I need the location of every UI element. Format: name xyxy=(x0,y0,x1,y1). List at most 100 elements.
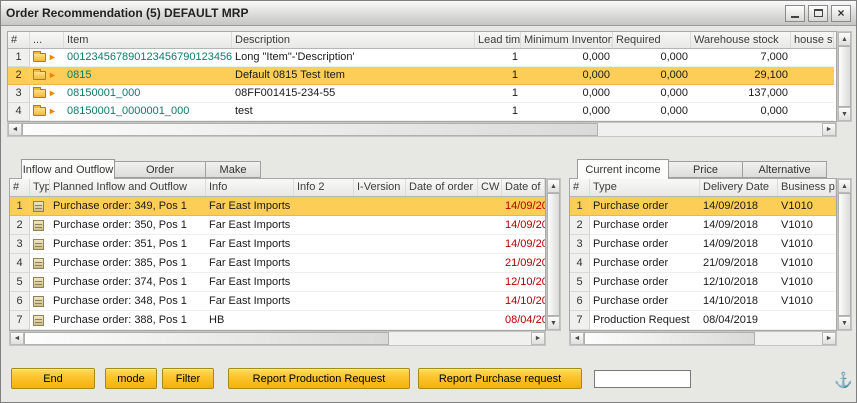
table-row[interactable]: 5 Purchase order 12/10/2018 V1010 xyxy=(570,273,836,292)
folder-icon[interactable] xyxy=(33,89,46,98)
table-row[interactable]: 3 Purchase order: 351, Pos 1 Far East Im… xyxy=(10,235,545,254)
warehouse-stock-2 xyxy=(791,49,834,67)
maximize-button[interactable] xyxy=(808,5,828,22)
tab-inflow-and-outflow[interactable]: Inflow and Outflow xyxy=(21,159,115,179)
title-bar[interactable]: Order Recommendation (5) DEFAULT MRP × xyxy=(1,1,856,26)
scroll-left-button[interactable]: ◄ xyxy=(8,123,22,136)
folder-icon[interactable] xyxy=(33,107,46,116)
tab-price[interactable]: Price xyxy=(669,161,743,178)
scrollbar-thumb[interactable] xyxy=(838,46,851,107)
row-number: 3 xyxy=(10,235,30,254)
table-row[interactable]: 1 ► 00123456789012345679012345679 Long "… xyxy=(8,49,836,67)
scrollbar-thumb[interactable] xyxy=(22,123,598,136)
i-version xyxy=(354,254,406,273)
table-row[interactable]: 2 Purchase order: 350, Pos 1 Far East Im… xyxy=(10,216,545,235)
vertical-scrollbar[interactable]: ▲ ▼ xyxy=(837,178,852,331)
right-panel-tabs: Current income Price Alternative xyxy=(577,159,827,178)
row-icon xyxy=(30,235,50,254)
scroll-down-button[interactable]: ▼ xyxy=(838,107,851,121)
scroll-up-button[interactable]: ▲ xyxy=(838,179,851,193)
row-icon xyxy=(30,311,50,330)
i-version xyxy=(354,273,406,292)
link-arrow-icon[interactable]: ► xyxy=(48,88,57,98)
row-icons: ► xyxy=(30,49,64,67)
scroll-right-button[interactable]: ► xyxy=(822,123,836,136)
cw xyxy=(478,235,502,254)
tab-make[interactable]: Make xyxy=(206,161,261,178)
table-row-selected[interactable]: 1 Purchase order: 349, Pos 1 Far East Im… xyxy=(10,197,545,216)
scroll-left-button[interactable]: ◄ xyxy=(570,332,584,345)
end-button[interactable]: End xyxy=(11,368,95,389)
scrollbar-corner xyxy=(837,331,852,346)
anchor-icon[interactable]: ⚓ xyxy=(834,373,853,388)
income-table-header: # Type Delivery Date Business par xyxy=(570,179,836,197)
horizontal-scrollbar[interactable]: ◄ ► xyxy=(7,122,837,137)
row-number: 2 xyxy=(10,216,30,235)
link-arrow-icon[interactable]: ► xyxy=(48,70,57,80)
link-arrow-icon[interactable]: ► xyxy=(48,52,57,62)
scroll-up-button[interactable]: ▲ xyxy=(547,179,560,193)
minimum-inventory: 0,000 xyxy=(521,49,613,67)
table-row[interactable]: 4 Purchase order: 385, Pos 1 Far East Im… xyxy=(10,254,545,273)
minimum-inventory: 0,000 xyxy=(521,103,613,121)
scroll-up-button[interactable]: ▲ xyxy=(838,32,851,46)
report-production-request-button[interactable]: Report Production Request xyxy=(228,368,410,389)
footer-input[interactable] xyxy=(594,370,691,388)
table-row[interactable]: 4 ► 08150001_0000001_000 test 1 0,000 0,… xyxy=(8,103,836,121)
item-code[interactable]: 0815 xyxy=(64,67,232,85)
row-number: 2 xyxy=(8,67,30,85)
mode-button[interactable]: mode xyxy=(105,368,157,389)
scrollbar-thumb[interactable] xyxy=(838,193,851,316)
purchase-order-icon xyxy=(33,258,44,269)
planned-inflow-outflow: Purchase order: 351, Pos 1 xyxy=(50,235,206,254)
scrollbar-thumb[interactable] xyxy=(24,332,389,345)
scroll-down-button[interactable]: ▼ xyxy=(547,316,560,330)
table-row[interactable]: 7 Production Request 08/04/2019 xyxy=(570,311,836,330)
header-info-2: Info 2 xyxy=(294,179,354,196)
scroll-left-button[interactable]: ◄ xyxy=(10,332,24,345)
item-table: # ... Item Description Lead time Minimum… xyxy=(7,31,837,122)
item-code[interactable]: 00123456789012345679012345679 xyxy=(64,49,232,67)
scrollbar-corner xyxy=(837,122,852,137)
item-code[interactable]: 08150001_000 xyxy=(64,85,232,103)
item-code[interactable]: 08150001_0000001_000 xyxy=(64,103,232,121)
date-of-order xyxy=(406,273,478,292)
date-of: 21/09/2018 xyxy=(502,254,545,273)
vertical-scrollbar[interactable]: ▲ ▼ xyxy=(546,178,561,331)
table-row[interactable]: 4 Purchase order 21/09/2018 V1010 xyxy=(570,254,836,273)
report-purchase-request-button[interactable]: Report Purchase request xyxy=(418,368,582,389)
scrollbar-thumb[interactable] xyxy=(547,193,560,316)
horizontal-scrollbar[interactable]: ◄ ► xyxy=(9,331,546,346)
table-row[interactable]: 3 ► 08150001_000 08FF001415-234-55 1 0,0… xyxy=(8,85,836,103)
table-row[interactable]: 2 Purchase order 14/09/2018 V1010 xyxy=(570,216,836,235)
scroll-right-button[interactable]: ► xyxy=(531,332,545,345)
folder-icon[interactable] xyxy=(33,71,46,80)
close-button[interactable]: × xyxy=(831,5,851,22)
row-number: 1 xyxy=(8,49,30,67)
table-row[interactable]: 5 Purchase order: 374, Pos 1 Far East Im… xyxy=(10,273,545,292)
table-row[interactable]: 3 Purchase order 14/09/2018 V1010 xyxy=(570,235,836,254)
table-row[interactable]: 6 Purchase order 14/10/2018 V1010 xyxy=(570,292,836,311)
scroll-right-button[interactable]: ► xyxy=(822,332,836,345)
folder-icon[interactable] xyxy=(33,53,46,62)
table-row-selected[interactable]: 2 ► 0815 Default 0815 Test Item 1 0,000 … xyxy=(8,67,836,85)
scroll-down-button[interactable]: ▼ xyxy=(838,316,851,330)
table-row-selected[interactable]: 1 Purchase order 14/09/2018 V1010 xyxy=(570,197,836,216)
vertical-scrollbar[interactable]: ▲ ▼ xyxy=(837,31,852,122)
item-description: Default 0815 Test Item xyxy=(232,67,475,85)
link-arrow-icon[interactable]: ► xyxy=(48,106,57,116)
minimize-button[interactable] xyxy=(785,5,805,22)
cw xyxy=(478,254,502,273)
header-warehouse-stock-2: house stoc xyxy=(791,32,834,48)
tab-alternative[interactable]: Alternative xyxy=(743,161,827,178)
horizontal-scrollbar[interactable]: ◄ ► xyxy=(569,331,837,346)
tab-current-income[interactable]: Current income xyxy=(577,159,669,179)
table-row[interactable]: 7 Purchase order: 388, Pos 1 HB 08/04/20… xyxy=(10,311,545,330)
table-row[interactable]: 6 Purchase order: 348, Pos 1 Far East Im… xyxy=(10,292,545,311)
document-type: Purchase order xyxy=(590,197,700,216)
tab-order[interactable]: Order xyxy=(115,161,206,178)
filter-button[interactable]: Filter xyxy=(162,368,214,389)
header-delivery-date: Delivery Date xyxy=(700,179,778,196)
scrollbar-thumb[interactable] xyxy=(584,332,755,345)
header-item: Item xyxy=(64,32,232,48)
